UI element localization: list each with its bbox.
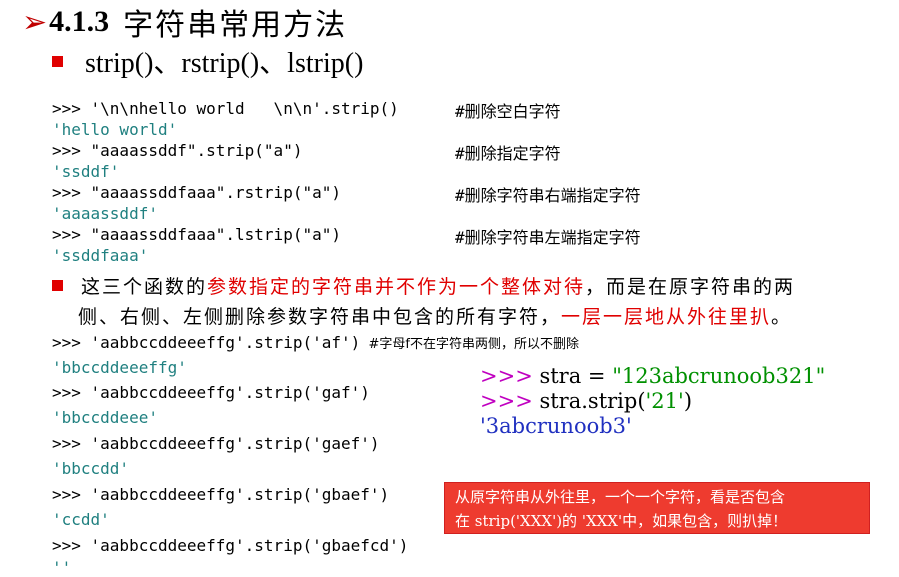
code-line: >>> "aaaassddfaaa".rstrip("a") — [52, 183, 341, 202]
code-output: '' — [52, 558, 72, 577]
subtitle: strip()、rstrip()、lstrip() — [85, 48, 364, 79]
code-output: 'ssddf' — [52, 162, 120, 181]
code-line: >>> "aaaassddf".strip("a") — [52, 141, 303, 160]
square-bullet-icon — [52, 55, 63, 67]
para-highlight: 一层一层地从外往里扒 — [561, 306, 772, 328]
code-comment: #删除字符串右端指定字符 — [455, 186, 641, 205]
code-comment: #字母f不在字符串两侧，所以不删除 — [360, 337, 579, 352]
code-output: 'ccdd' — [52, 510, 110, 529]
code-output: 'bbccddeeeffg' — [52, 358, 187, 377]
code-line: >>> 'aabbccddeeeffg'.strip('gaef') — [52, 434, 380, 453]
section-number: 4.1.3 — [49, 5, 110, 38]
code-line: >>> '\n\nhello world \n\n'.strip() — [52, 99, 399, 118]
section-title: 字符串常用方法 — [123, 8, 348, 43]
code-output: 'aaaassddf' — [52, 204, 158, 223]
para-text: ，而是在原字符串的两 — [585, 276, 796, 298]
code-output: 'hello world' — [52, 120, 178, 139]
code-comment: #删除指定字符 — [455, 144, 561, 163]
code-line: >>> 'aabbccddeeeffg'.strip('gaf') — [52, 383, 370, 402]
code-comment: #删除空白字符 — [455, 102, 561, 121]
code-output: 'ssddfaaa' — [52, 246, 149, 265]
note-line: 从原字符串从外往里，一个一个字符，看是否包含 — [455, 488, 786, 506]
code-line: >>> 'aabbccddeeeffg'.strip('gbaefcd') — [52, 536, 409, 555]
explanation-note: 从原字符串从外往里，一个一个字符，看是否包含 在 strip('XXX')的 '… — [444, 482, 870, 534]
code-line: >>> "aaaassddfaaa".lstrip("a") — [52, 225, 341, 244]
para-text: 侧、右侧、左侧删除参数字符串中包含的所有字符， — [78, 306, 562, 328]
page-title: ➢ 4.1.3 字符串常用方法 — [22, 2, 348, 44]
code-comment: #删除字符串左端指定字符 — [455, 228, 641, 247]
note-line: 在 strip('XXX')的 'XXX'中，如果包含，则扒掉！ — [455, 512, 788, 530]
arrow-bullet-icon: ➢ — [22, 4, 48, 40]
para-text: 这三个函数的 — [81, 276, 208, 298]
code-line: >>> 'aabbccddeeeffg'.strip('af') #字母f不在字… — [52, 333, 579, 352]
code-output: 'bbccdd' — [52, 459, 130, 478]
strip-demo: >>> stra = "123abcrunoob321" >>> stra.st… — [480, 364, 826, 438]
code-line: >>> 'aabbccddeeeffg'.strip('gbaef') — [52, 485, 390, 504]
para-highlight: 参数指定的字符串并不作为一个整体对待 — [207, 276, 586, 298]
subtitle-row: strip()、rstrip()、lstrip() — [52, 44, 364, 79]
square-bullet-icon — [52, 280, 63, 291]
para-text: 。 — [771, 306, 793, 328]
code-output: 'bbccddeee' — [52, 408, 158, 427]
explanation-paragraph: 这三个函数的参数指定的字符串并不作为一个整体对待，而是在原字符串的两 侧、右侧、… — [52, 272, 892, 332]
